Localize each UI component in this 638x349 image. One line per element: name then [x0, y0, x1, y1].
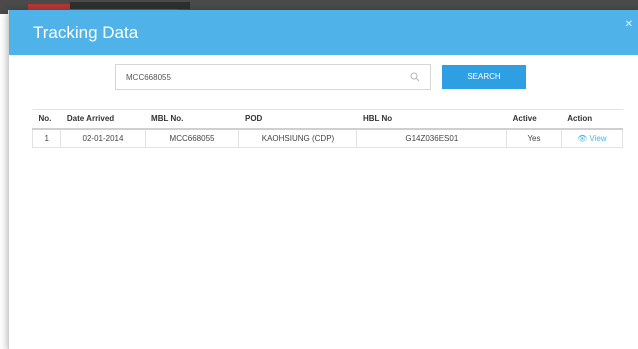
col-header-mbl-no: MBL No. [145, 109, 239, 130]
search-input[interactable] [116, 65, 396, 89]
background-decor-dark [70, 2, 190, 9]
col-header-pod: POD [238, 109, 357, 130]
table-row: 1 02-01-2014 MCC668055 KAOHSIUNG (CDP) G… [31, 128, 624, 148]
eye-icon: 👁 [577, 133, 588, 143]
col-header-active: Active [506, 109, 562, 130]
view-link[interactable]: 👁 View [577, 134, 606, 143]
col-header-action: Action [561, 109, 623, 130]
cell-action: 👁 View [560, 128, 624, 148]
table-header-row: No. Date Arrived MBL No. POD HBL No Acti… [32, 109, 623, 130]
view-label: View [589, 133, 607, 143]
tracking-table: No. Date Arrived MBL No. POD HBL No Acti… [31, 109, 624, 148]
close-icon[interactable]: ✕ [625, 19, 633, 30]
modal-header: Tracking Data ✕ [9, 10, 638, 55]
cell-hbl-no: G14Z036ES01 [356, 128, 508, 148]
cell-pod: KAOHSIUNG (CDP) [238, 128, 358, 148]
cell-date-arrived: 02-01-2014 [60, 128, 146, 148]
search-icon[interactable] [410, 72, 420, 82]
cell-mbl-no: MCC668055 [144, 128, 240, 148]
col-header-date-arrived: Date Arrived [60, 109, 146, 130]
search-button[interactable]: SEARCH [442, 65, 526, 89]
cell-no: 1 [31, 128, 62, 148]
modal-title: Tracking Data [33, 23, 139, 42]
cell-active: Yes [506, 128, 562, 148]
search-box [115, 64, 431, 90]
col-header-hbl-no: HBL No [356, 109, 507, 130]
col-header-no: No. [32, 109, 61, 130]
tracking-modal: Tracking Data ✕ SEARCH No. Date Arrived … [8, 10, 638, 349]
